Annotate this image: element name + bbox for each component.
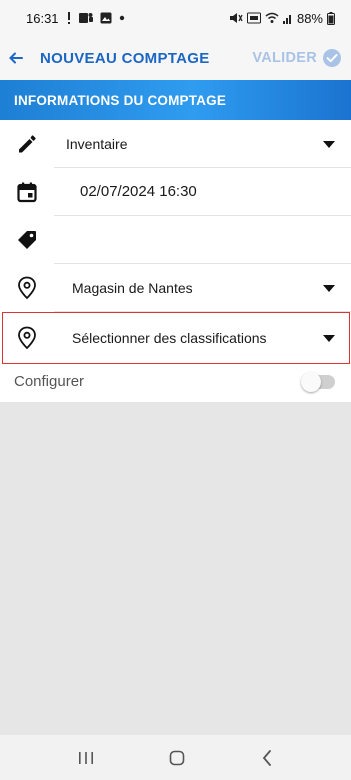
signal-icon bbox=[282, 12, 293, 24]
home-button[interactable] bbox=[168, 749, 186, 767]
home-icon bbox=[170, 750, 185, 765]
wifi-icon bbox=[265, 12, 279, 24]
validate-label: VALIDER bbox=[252, 50, 317, 66]
section-header: INFORMATIONS DU COMPTAGE bbox=[0, 80, 351, 120]
check-circle-icon bbox=[323, 49, 341, 67]
date-value: 02/07/2024 16:30 bbox=[80, 183, 197, 200]
battery-icon bbox=[327, 11, 335, 25]
chevron-down-icon bbox=[323, 285, 335, 292]
status-time: 16:31 bbox=[26, 10, 59, 26]
location-pin-icon bbox=[14, 325, 40, 351]
store-select[interactable]: Magasin de Nantes bbox=[0, 264, 351, 312]
tag-icon bbox=[14, 227, 40, 253]
counting-form: Inventaire 02/07/2024 16:30 Magasin de N… bbox=[0, 120, 351, 402]
configure-row: Configurer bbox=[0, 364, 351, 402]
page-title: NOUVEAU COMPTAGE bbox=[40, 49, 210, 67]
store-value: Magasin de Nantes bbox=[72, 280, 193, 296]
tag-field[interactable] bbox=[0, 216, 351, 264]
configure-label: Configurer bbox=[14, 373, 85, 390]
gallery-icon bbox=[100, 12, 112, 24]
chevron-down-icon bbox=[323, 141, 335, 148]
teams-icon bbox=[78, 12, 93, 24]
mute-icon bbox=[229, 12, 243, 24]
calendar-icon bbox=[14, 179, 40, 205]
arrow-left-icon bbox=[9, 52, 23, 64]
system-nav-bar bbox=[0, 735, 351, 780]
classification-select[interactable]: Sélectionner des classifications bbox=[0, 312, 351, 364]
configure-toggle[interactable] bbox=[301, 372, 335, 392]
type-select[interactable]: Inventaire bbox=[0, 120, 351, 168]
recent-apps-button[interactable] bbox=[77, 750, 95, 766]
back-button[interactable] bbox=[0, 36, 32, 80]
date-field[interactable]: 02/07/2024 16:30 bbox=[0, 168, 351, 216]
dot-icon bbox=[119, 15, 125, 21]
status-bar: 16:31 88% bbox=[0, 0, 351, 36]
app-bar: NOUVEAU COMPTAGE VALIDER bbox=[0, 36, 351, 80]
pencil-icon bbox=[14, 131, 40, 157]
back-chevron-icon bbox=[262, 749, 272, 766]
chevron-down-icon bbox=[323, 335, 335, 342]
recent-apps-icon bbox=[78, 751, 93, 764]
system-back-button[interactable] bbox=[260, 749, 274, 767]
toggle-knob bbox=[301, 372, 321, 392]
validate-button[interactable]: VALIDER bbox=[252, 49, 341, 67]
type-value: Inventaire bbox=[66, 136, 128, 152]
classification-value: Sélectionner des classifications bbox=[72, 330, 267, 346]
location-pin-icon bbox=[14, 275, 40, 301]
volte-icon bbox=[246, 12, 261, 24]
notification-alert-icon bbox=[66, 12, 72, 24]
battery-percentage: 88% bbox=[296, 10, 323, 26]
